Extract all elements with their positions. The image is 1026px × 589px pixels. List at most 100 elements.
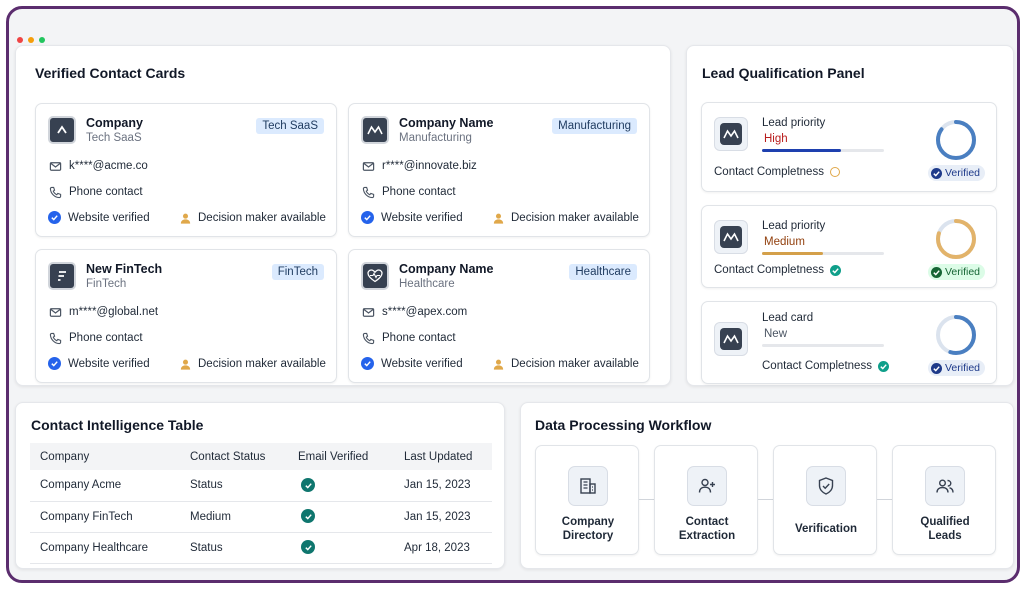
company-logo — [48, 262, 76, 290]
industry-tag[interactable]: Healthcare — [569, 264, 637, 280]
workflow-step[interactable]: Qualified Leads — [892, 445, 996, 555]
minimize-dot[interactable] — [28, 37, 34, 43]
cell-company: Company FinTech — [30, 501, 180, 533]
lead-value: New — [764, 328, 788, 340]
cell-company: Company Healthcare — [30, 532, 180, 564]
verified-badge-text: Verified — [945, 266, 981, 278]
completeness-row: Contact Completness — [714, 264, 841, 276]
mail-icon — [48, 159, 62, 173]
mail-icon — [48, 305, 62, 319]
users-icon — [925, 466, 965, 506]
col-email-verified[interactable]: Email Verified — [288, 443, 394, 470]
lead-card[interactable]: Lead card New Contact Completness Verifi… — [701, 301, 997, 384]
cell-company: Company Acme — [30, 470, 180, 502]
company-logo — [48, 116, 76, 144]
contact-table: Company Contact Status Email Verified La… — [30, 443, 492, 564]
user-plus-icon — [687, 466, 727, 506]
priority-bar — [762, 149, 884, 152]
contact-card[interactable]: Company Tech SaaS Tech SaaS k****@acme.c… — [35, 103, 337, 237]
lead-logo — [714, 322, 748, 356]
cell-email-verified — [288, 501, 394, 533]
complete-check-icon — [829, 264, 841, 276]
contact-intelligence-panel: Contact Intelligence Table Company Conta… — [15, 402, 505, 569]
phone-row[interactable]: Phone contact — [361, 331, 456, 345]
verified-check-icon — [931, 266, 942, 278]
lead-label: Lead priority — [762, 117, 826, 129]
industry-tag[interactable]: FinTech — [271, 264, 324, 280]
workflow-panel: Data Processing Workflow Company Directo… — [520, 402, 1014, 569]
website-text: Website verified — [68, 357, 150, 370]
industry-tag[interactable]: Manufacturing — [552, 118, 637, 134]
lead-card[interactable]: Lead priority Medium Contact Completness… — [701, 205, 997, 288]
workflow-connector — [639, 499, 654, 500]
company-industry: Healthcare — [399, 278, 455, 290]
email-row[interactable]: k****@acme.co — [48, 159, 148, 173]
lead-value: High — [764, 133, 788, 145]
panel-title: Lead Qualification Panel — [702, 65, 865, 81]
completeness-label: Contact Completness — [714, 264, 824, 276]
maximize-dot[interactable] — [39, 37, 45, 43]
workflow-step[interactable]: Contact Extraction — [654, 445, 758, 555]
contact-cards-panel: Verified Contact Cards Company Tech SaaS… — [15, 45, 671, 386]
pending-circle-icon — [829, 167, 840, 177]
table-row[interactable]: Company FinTech Medium Jan 15, 2023 — [30, 501, 492, 533]
contact-card[interactable]: New FinTech FinTech FinTech m****@global… — [35, 249, 337, 383]
contact-card[interactable]: Company Name Healthcare Healthcare s****… — [348, 249, 650, 383]
col-company[interactable]: Company — [30, 443, 180, 470]
decision-row: Decision maker available — [491, 357, 639, 371]
shield-check-icon — [806, 466, 846, 506]
phone-row[interactable]: Phone contact — [361, 185, 456, 199]
table-row[interactable]: Company Healthcare Status Apr 18, 2023 — [30, 532, 492, 564]
website-row: Website verified — [48, 357, 150, 370]
cell-email-verified — [288, 532, 394, 564]
phone-row[interactable]: Phone contact — [48, 185, 143, 199]
company-name: Company — [86, 116, 143, 130]
email-verified-check-icon — [301, 478, 315, 492]
phone-icon — [48, 185, 62, 199]
workflow-step[interactable]: Verification — [773, 445, 877, 555]
verified-check-icon — [361, 357, 374, 370]
company-industry: Tech SaaS — [86, 132, 142, 144]
cell-email-verified — [288, 470, 394, 502]
website-row: Website verified — [361, 357, 463, 370]
email-row[interactable]: s****@apex.com — [361, 305, 467, 319]
step-label-line1: Verification — [795, 523, 857, 535]
phone-icon — [361, 185, 375, 199]
company-name: New FinTech — [86, 262, 163, 276]
phone-text: Phone contact — [69, 332, 143, 344]
mail-icon — [361, 305, 375, 319]
email-row[interactable]: m****@global.net — [48, 305, 158, 319]
cell-status: Medium — [180, 501, 288, 533]
website-row: Website verified — [361, 211, 463, 224]
cell-status: Status — [180, 470, 288, 502]
col-contact-status[interactable]: Contact Status — [180, 443, 288, 470]
verified-badge: Verified — [928, 165, 986, 181]
email-row[interactable]: r****@innovate.biz — [361, 159, 477, 173]
table-row[interactable]: Company Acme Status Jan 15, 2023 — [30, 470, 492, 502]
contact-card[interactable]: Company Name Manufacturing Manufacturing… — [348, 103, 650, 237]
decision-text: Decision maker available — [198, 358, 326, 370]
email-text: k****@acme.co — [69, 160, 148, 172]
lead-card[interactable]: Lead priority High Contact Completness V… — [701, 102, 997, 192]
lead-label: Lead card — [762, 312, 814, 324]
decision-row: Decision maker available — [178, 211, 326, 225]
phone-row[interactable]: Phone contact — [48, 331, 143, 345]
close-dot[interactable] — [17, 37, 23, 43]
workflow-step[interactable]: Company Directory — [535, 445, 639, 555]
step-label-line2: Directory — [562, 530, 614, 542]
email-text: r****@innovate.biz — [382, 160, 477, 172]
website-row: Website verified — [48, 211, 150, 224]
company-name: Company Name — [399, 116, 494, 130]
completeness-row: Contact Completness — [762, 360, 889, 372]
table-header-row: Company Contact Status Email Verified La… — [30, 443, 492, 470]
completeness-ring — [936, 315, 976, 355]
step-label-line1: Contact — [685, 516, 729, 528]
step-label-line2: Extraction — [678, 530, 736, 542]
verified-check-icon — [931, 167, 942, 179]
industry-tag[interactable]: Tech SaaS — [256, 118, 324, 134]
phone-icon — [48, 331, 62, 345]
company-logo — [361, 116, 389, 144]
email-text: s****@apex.com — [382, 306, 468, 318]
col-last-updated[interactable]: Last Updated — [394, 443, 492, 470]
phone-icon — [361, 331, 375, 345]
